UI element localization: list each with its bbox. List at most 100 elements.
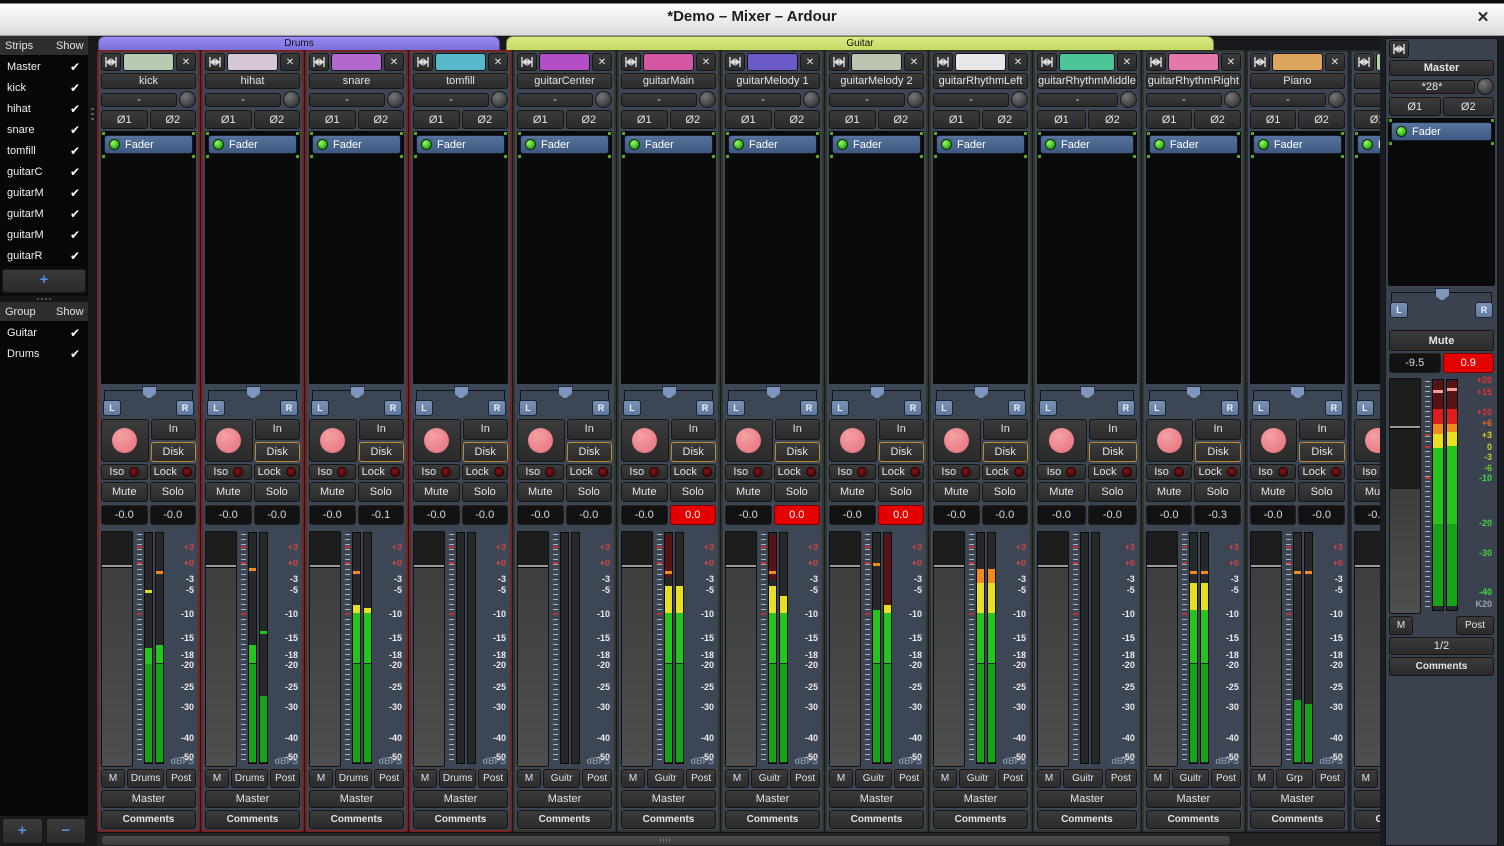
track-name-button[interactable]: guitarMelody 1 [725,73,820,89]
monitor-input-button[interactable]: In [879,419,925,440]
show-checkbox[interactable]: ✔ [62,228,88,242]
monitor-input-button[interactable]: In [1299,419,1345,440]
peak-display[interactable]: -0.3 [1194,505,1241,525]
peak-display[interactable]: -0.0 [982,505,1029,525]
gain-fader[interactable] [1389,378,1421,614]
show-checkbox[interactable]: ✔ [62,165,88,179]
invert-2-button[interactable]: Ø2 [878,110,925,129]
output-button[interactable]: Master [413,790,508,808]
invert-2-button[interactable]: Ø2 [1194,110,1241,129]
pan-right-label[interactable]: R [280,400,298,416]
peak-display[interactable]: -0.0 [462,505,509,525]
monitor-input-button[interactable]: In [463,419,509,440]
pan-handle[interactable] [1080,386,1095,399]
monitor-disk-button[interactable]: Disk [775,442,821,463]
pan-left-label[interactable]: L [831,400,849,416]
gain-fader[interactable] [413,531,445,767]
processor-box[interactable]: Fader [309,131,404,384]
monitor-input-button[interactable]: In [359,419,405,440]
gain-fader[interactable] [1354,531,1380,767]
pan-left-label[interactable]: L [623,400,641,416]
gain-fader[interactable] [933,531,965,767]
strip-width-button[interactable] [725,53,745,71]
invert-1-button[interactable]: Ø1 [413,110,460,129]
peak-display[interactable]: -0.0 [150,505,197,525]
invert-2-button[interactable]: Ø2 [254,110,301,129]
gain-fader[interactable] [309,531,341,767]
pan-control[interactable]: L R [1146,386,1241,417]
pan-right-label[interactable]: R [1325,400,1343,416]
peak-display[interactable]: -0.0 [1088,505,1137,525]
record-enable-button[interactable] [309,419,357,462]
pan-right-label[interactable]: R [1221,400,1239,416]
peak-display[interactable]: -0.0 [566,505,613,525]
input-button[interactable]: - [1037,93,1118,107]
show-checkbox[interactable]: ✔ [62,102,88,116]
invert-1-button[interactable]: Ø1 [101,110,148,129]
solo-isolate-button[interactable]: Iso [1250,464,1297,480]
trim-knob[interactable] [1011,91,1028,108]
metering-point-button[interactable]: Post [270,769,300,788]
track-color-band[interactable] [955,53,1006,71]
monitor-disk-button[interactable]: Disk [255,442,301,463]
pan-control[interactable]: L R [309,386,404,417]
strip-close-button[interactable]: ✕ [176,53,196,71]
pan-control[interactable]: L R [517,386,612,417]
strip-close-button[interactable]: ✕ [1325,53,1345,71]
processor-active-led[interactable] [733,139,744,150]
mute-button[interactable]: Mute [205,482,252,502]
mute-button[interactable]: Mute [309,482,356,502]
track-name-button[interactable]: guitarCenter [517,73,612,89]
gain-fader[interactable] [829,531,861,767]
strip-close-button[interactable]: ✕ [384,53,404,71]
solo-lock-button[interactable]: Lock [566,464,613,480]
scrollbar-handle[interactable] [101,835,1231,846]
invert-1-button[interactable]: Ø1 [1354,110,1380,129]
gain-fader[interactable] [101,531,133,767]
solo-button[interactable]: Solo [982,482,1029,502]
pan-left-label[interactable]: L [935,400,953,416]
monitor-disk-button[interactable]: Disk [1195,442,1241,463]
mono-button[interactable]: M [1146,769,1170,788]
pan-right-label[interactable]: R [592,400,610,416]
gain-display[interactable]: -0.0 [205,505,252,525]
track-color-band[interactable] [331,53,382,71]
track-color-band[interactable] [435,53,486,71]
output-button[interactable]: 1/2 [1389,637,1494,655]
track-color-band[interactable] [123,53,174,71]
solo-isolate-button[interactable]: Iso [413,464,460,480]
input-button[interactable]: - [725,93,801,107]
pan-handle[interactable] [558,386,573,399]
strip-close-button[interactable]: ✕ [904,53,924,71]
strip-width-button[interactable] [1037,53,1057,71]
peak-display[interactable]: 0.0 [670,505,717,525]
group-button[interactable]: Guitr [543,769,580,788]
input-button[interactable]: - [621,93,697,107]
pan-control[interactable]: L R [205,386,300,417]
record-enable-button[interactable] [101,419,149,462]
track-name-button[interactable]: guitarRhythmMiddle [1037,73,1137,89]
processor-box[interactable]: Fader [517,131,612,384]
fader-processor-entry[interactable]: Fader [624,135,713,154]
solo-isolate-button[interactable]: Iso [1146,464,1193,480]
mono-button[interactable]: M [413,769,437,788]
solo-button[interactable]: Solo [462,482,509,502]
metering-point-button[interactable]: Post [1105,769,1137,788]
processor-box[interactable]: Fader [829,131,924,384]
solo-button[interactable]: Solo [566,482,613,502]
gain-fader[interactable] [1146,531,1178,767]
fader-processor-entry[interactable]: Fader [1149,135,1238,154]
pan-left-label[interactable]: L [519,400,537,416]
trim-knob[interactable] [1477,78,1494,95]
peak-display[interactable]: 0.9 [1443,353,1495,373]
solo-button[interactable]: Solo [774,482,821,502]
trim-knob[interactable] [699,91,716,108]
track-color-band[interactable] [851,53,902,71]
mute-button[interactable]: Mute [621,482,668,502]
processor-box[interactable]: Fader [933,131,1028,384]
pan-left-label[interactable]: L [1148,400,1166,416]
strip-width-button[interactable] [413,53,433,71]
solo-isolate-button[interactable]: Iso [205,464,252,480]
strip-width-button[interactable] [621,53,641,71]
monitor-disk-button[interactable]: Disk [151,442,197,463]
